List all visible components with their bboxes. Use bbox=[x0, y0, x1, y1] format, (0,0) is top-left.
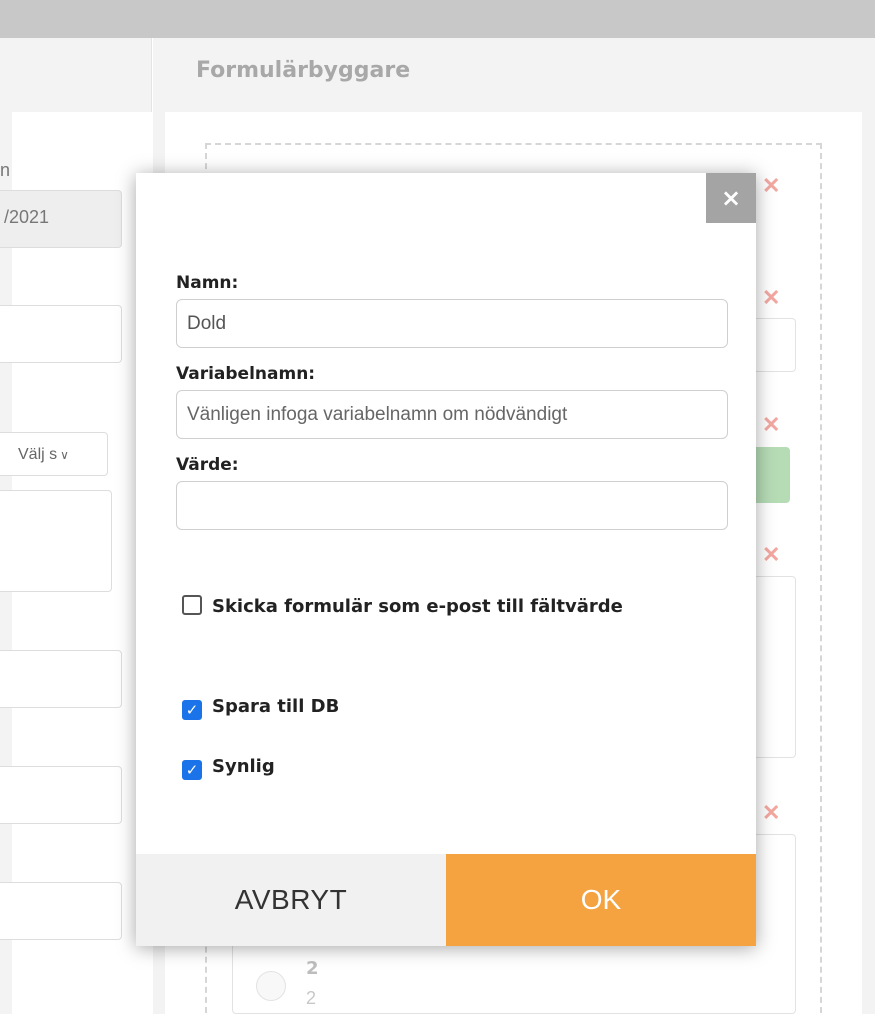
bg-field-label: n bbox=[0, 160, 11, 180]
visible-option[interactable]: ✓ Synlig bbox=[176, 751, 275, 783]
remove-icon[interactable]: ✕ bbox=[762, 800, 780, 826]
remove-icon[interactable]: ✕ bbox=[762, 173, 780, 199]
name-input[interactable] bbox=[176, 299, 728, 348]
bg-element-box bbox=[752, 576, 796, 758]
radio-option-label: 2 bbox=[306, 958, 319, 979]
remove-icon[interactable]: ✕ bbox=[762, 542, 780, 568]
field-settings-modal: × Namn: Variabelnamn: Värde: Skicka form… bbox=[136, 173, 756, 946]
close-icon[interactable]: × bbox=[706, 173, 756, 223]
bg-element-box bbox=[752, 318, 796, 372]
bg-textarea[interactable] bbox=[0, 490, 112, 592]
variable-name-label: Variabelnamn: bbox=[176, 364, 316, 384]
name-label: Namn: bbox=[176, 273, 239, 293]
bg-field-2[interactable] bbox=[0, 650, 122, 708]
bg-field-3[interactable] bbox=[0, 766, 122, 824]
save-to-db-checkbox[interactable]: ✓ bbox=[182, 700, 202, 720]
chevron-down-icon: ∨ bbox=[60, 448, 69, 462]
bg-text-field[interactable] bbox=[0, 305, 122, 363]
variable-name-input[interactable] bbox=[176, 390, 728, 439]
bg-green-control bbox=[752, 447, 790, 503]
radio-option-value: 2 bbox=[306, 988, 317, 1008]
form-builder-title: Formulärbyggare bbox=[196, 58, 411, 83]
email-to-field-checkbox[interactable] bbox=[182, 595, 202, 615]
radio-button[interactable] bbox=[256, 971, 286, 1001]
modal-footer: AVBRYT OK bbox=[136, 854, 756, 946]
bg-select-value: Välj s ∨ bbox=[18, 446, 69, 463]
visible-label: Synlig bbox=[212, 756, 275, 777]
value-input[interactable] bbox=[176, 481, 728, 530]
email-to-field-label: Skicka formulär som e-post till fältvärd… bbox=[212, 596, 623, 617]
save-to-db-option[interactable]: ✓ Spara till DB bbox=[176, 691, 339, 723]
bg-field-4[interactable] bbox=[0, 882, 122, 940]
save-to-db-label: Spara till DB bbox=[212, 696, 340, 717]
bg-date-value: /2021 bbox=[4, 207, 50, 227]
remove-icon[interactable]: ✕ bbox=[762, 412, 780, 438]
value-label: Värde: bbox=[176, 455, 239, 475]
visible-checkbox[interactable]: ✓ bbox=[182, 760, 202, 780]
field-settings-form: Namn: Variabelnamn: Värde: bbox=[176, 273, 728, 546]
top-bar bbox=[0, 0, 875, 38]
cancel-button[interactable]: AVBRYT bbox=[136, 854, 446, 946]
email-to-field-option[interactable]: Skicka formulär som e-post till fältvärd… bbox=[176, 591, 646, 623]
remove-icon[interactable]: ✕ bbox=[762, 285, 780, 311]
ok-button[interactable]: OK bbox=[446, 854, 756, 946]
